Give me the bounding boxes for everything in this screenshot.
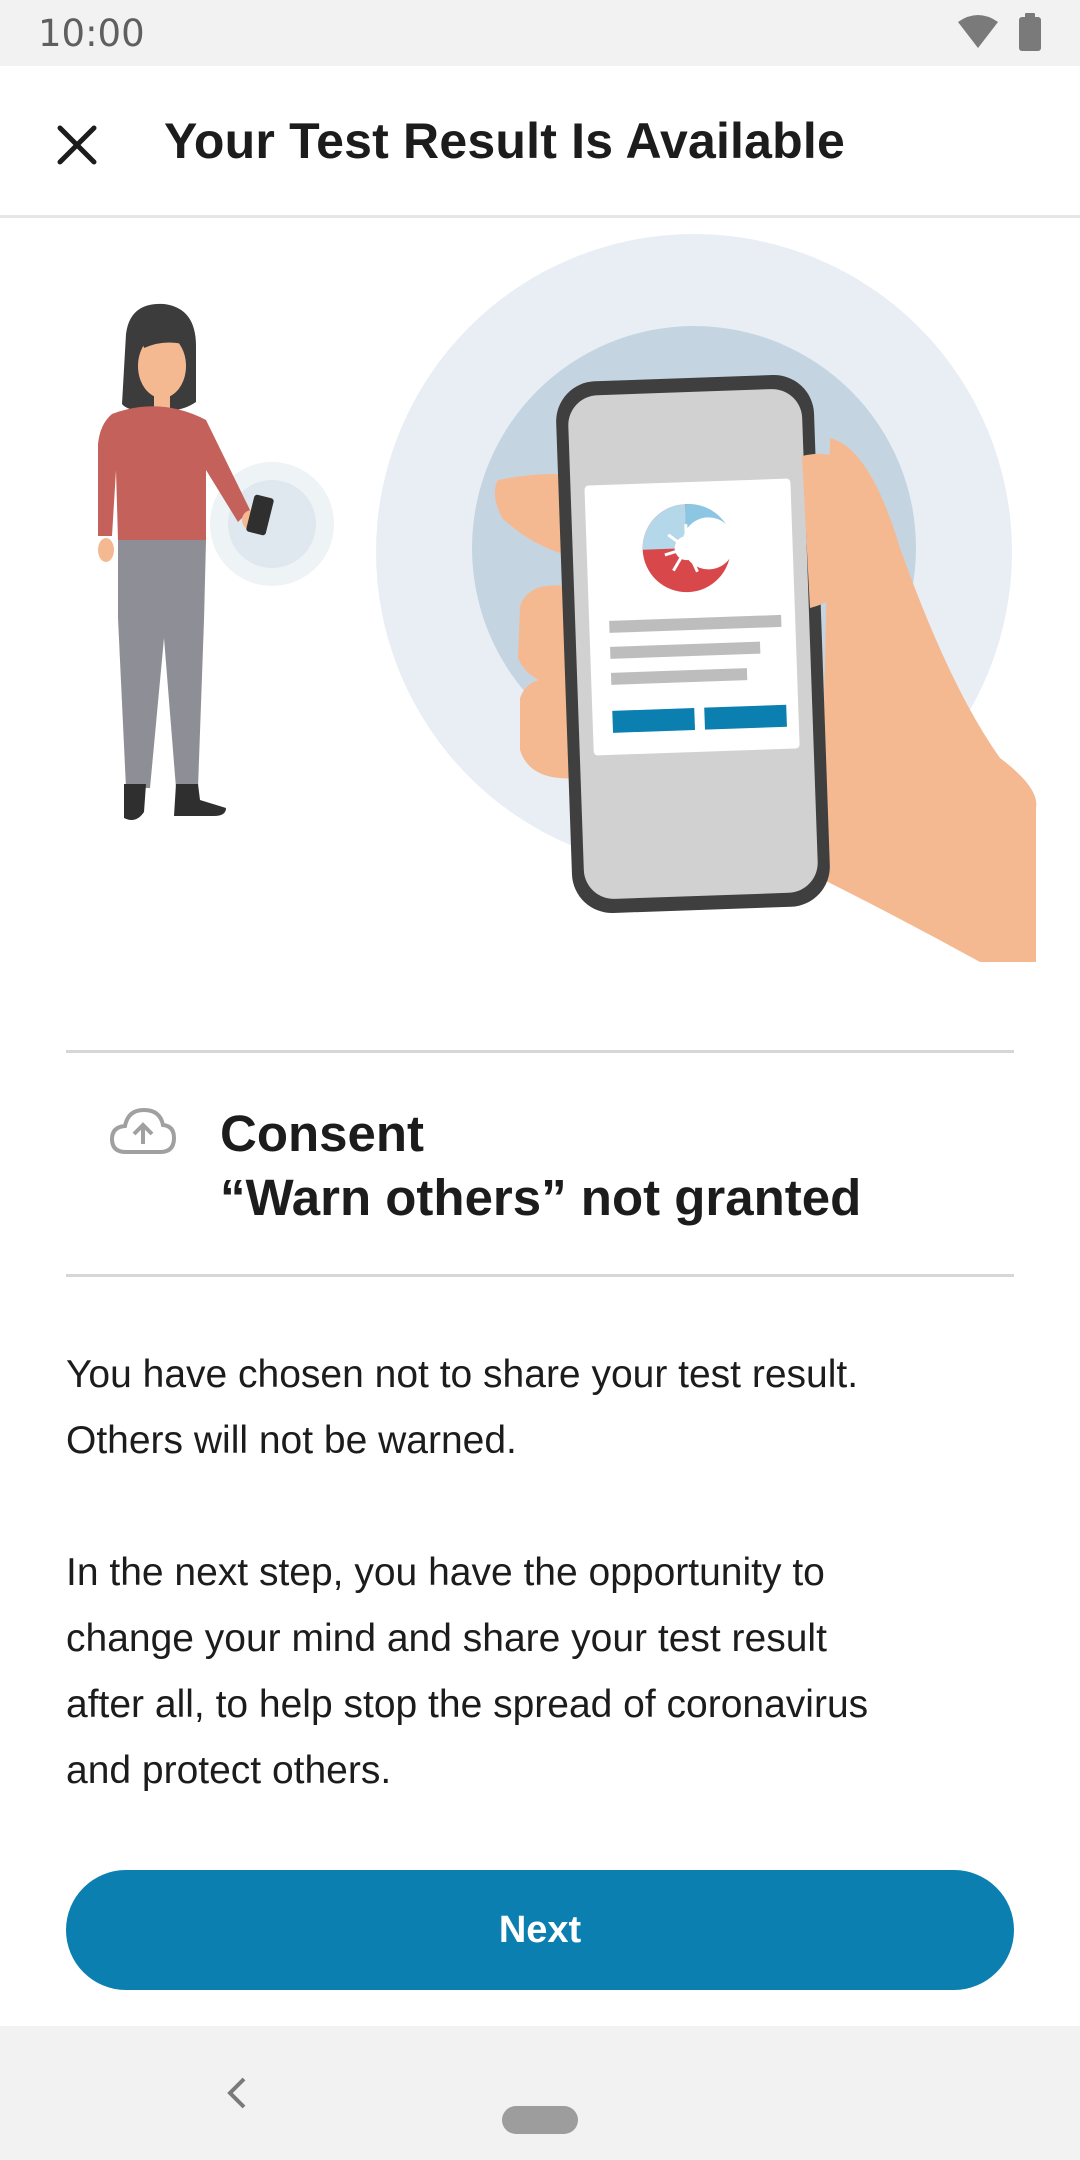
consent-title: Consent “Warn others” not granted xyxy=(220,1102,861,1230)
paragraph-1-line-2: Others will not be warned. xyxy=(66,1419,517,1462)
paragraph-2-line-1: In the next step, you have the opportuni… xyxy=(66,1551,825,1594)
status-time: 10:00 xyxy=(38,12,145,55)
paragraph-2-line-2: change your mind and share your test res… xyxy=(66,1617,827,1660)
back-chevron-icon xyxy=(226,2076,248,2115)
paragraph-2-line-3: after all, to help stop the spread of co… xyxy=(66,1683,869,1726)
close-icon xyxy=(56,124,98,171)
app-bar: Your Test Result Is Available xyxy=(0,66,1080,218)
back-button[interactable] xyxy=(212,2070,262,2120)
consent-title-line2: “Warn others” not granted xyxy=(220,1169,862,1226)
close-button[interactable] xyxy=(40,110,114,184)
status-bar: 10:00 xyxy=(0,0,1080,66)
divider-bottom xyxy=(66,1274,1014,1277)
hero-illustration xyxy=(0,218,1080,978)
battery-icon xyxy=(1018,12,1042,56)
divider-top xyxy=(66,1050,1014,1053)
home-pill-icon[interactable] xyxy=(502,2106,578,2134)
consent-status: Consent “Warn others” not granted xyxy=(66,1054,1014,1274)
page-title: Your Test Result Is Available xyxy=(164,113,845,169)
wifi-icon xyxy=(956,14,1000,55)
cloud-upload-icon xyxy=(108,1106,178,1158)
paragraph-2-line-4: and protect others. xyxy=(66,1749,392,1792)
info-paragraph-2: In the next step, you have the opportuni… xyxy=(66,1540,1026,1804)
paragraph-1-line-1: You have chosen not to share your test r… xyxy=(66,1353,859,1396)
info-paragraph-1: You have chosen not to share your test r… xyxy=(66,1342,1026,1474)
consent-title-line1: Consent xyxy=(220,1105,424,1162)
status-icons xyxy=(956,12,1042,56)
next-button[interactable]: Next xyxy=(66,1870,1014,1990)
system-navigation-bar xyxy=(0,2026,1080,2160)
